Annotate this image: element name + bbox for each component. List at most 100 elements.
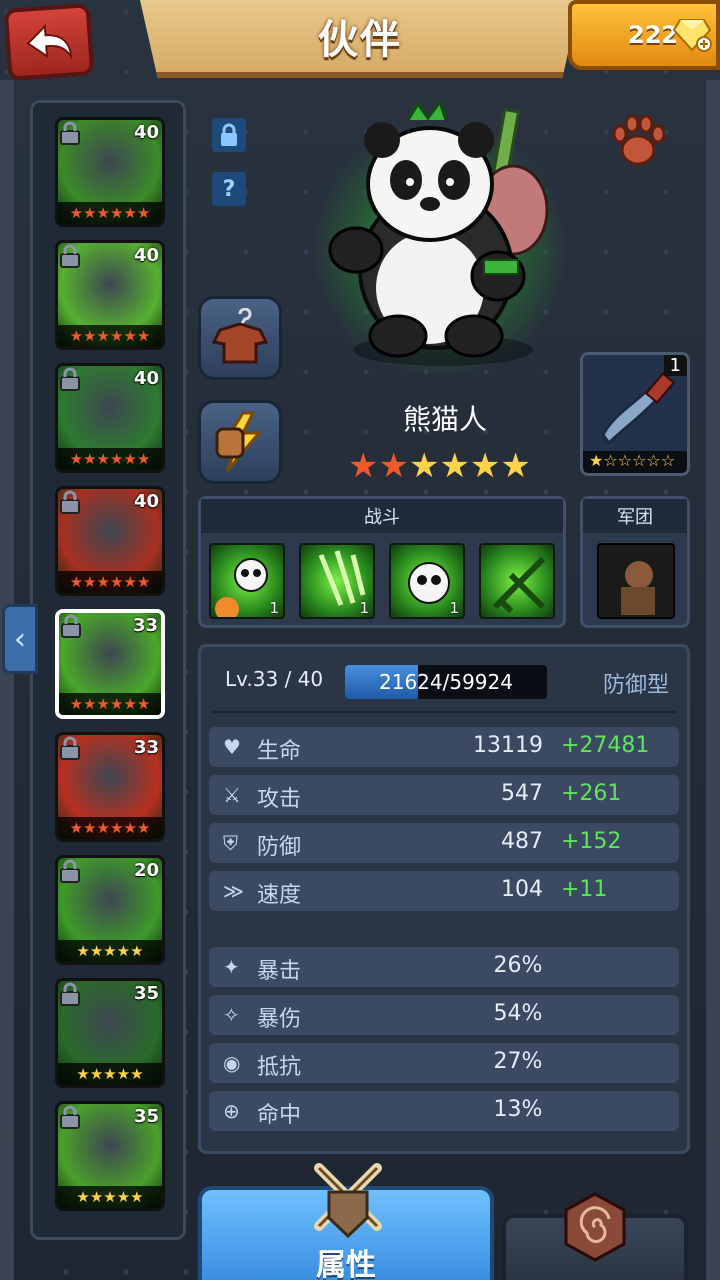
hero-card[interactable]: 40 ★★★★★★ <box>55 117 165 227</box>
lock-icon <box>221 123 237 146</box>
stat-row: ⊕ 命中 13% <box>209 1091 679 1131</box>
stat-row: ♥ 生命 13119 +27481 <box>209 727 679 767</box>
stats-panel: Lv.33 / 40 21624/59924 防御型 ♥ 生命 13119 +2748… <box>198 644 690 1154</box>
stat-bonus: +261 <box>561 781 622 806</box>
hero-red-stars: ★★ <box>348 446 409 486</box>
hero-stars: ★★★★★★ <box>58 325 162 347</box>
skill-slot-1[interactable]: 1 <box>209 543 285 619</box>
roster-scroll-left-arrow[interactable]: ‹ <box>2 604 38 674</box>
xp-text: 21624/59924 <box>379 670 513 694</box>
hanger-shirt-icon <box>211 308 269 364</box>
hero-roster[interactable]: 40 ★★★★★★ 40 ★★★★★★ 40 ★★★★★★ 40 ★★★★★★ 33 ★★★★★★… <box>30 100 186 1240</box>
lock-toggle-button[interactable] <box>212 118 246 152</box>
title-banner: 伙伴 <box>140 0 580 78</box>
speed-icon: ≫ <box>223 879 244 903</box>
legion-panel: 军团 <box>580 496 690 628</box>
hero-star-text: ★★★★★★ <box>69 327 151 345</box>
question-mark-icon: ? <box>222 176 236 202</box>
warrior-legion-icon <box>621 561 655 615</box>
hero-gold-stars: ★★★★ <box>408 446 531 486</box>
resist-icon: ◉ <box>223 1051 241 1075</box>
stat-label: 暴伤 <box>257 1007 302 1032</box>
hero-stars: ★★★★★★ <box>58 817 162 839</box>
hero-card[interactable]: 33 ★★★★★★ <box>55 609 165 719</box>
stat-value: 27% <box>493 1049 543 1074</box>
hero-card[interactable]: 35 ★★★★★ <box>55 978 165 1088</box>
stat-row: ⛨ 防御 487 +152 <box>209 823 679 863</box>
back-arrow-icon <box>26 23 73 61</box>
hero-level: 40 <box>133 245 159 266</box>
back-button[interactable] <box>3 3 95 81</box>
hero-card[interactable]: 33 ★★★★★★ <box>55 732 165 842</box>
fist-lightning-icon <box>215 411 263 472</box>
stat-bonus: +27481 <box>561 733 650 758</box>
hero-level: 35 <box>133 1106 159 1127</box>
hero-stars: ★★★★★★ <box>58 571 162 593</box>
stat-label: 生命 <box>257 739 302 764</box>
lock-icon <box>60 244 80 268</box>
hero-card[interactable]: 40 ★★★★★★ <box>55 240 165 350</box>
skill-2-count: 1 <box>359 599 369 617</box>
stat-value: 13119 <box>473 733 543 758</box>
lock-icon <box>61 614 81 638</box>
gem-counter[interactable]: 222 <box>568 0 720 70</box>
skill-slot-2[interactable]: 1 <box>299 543 375 619</box>
hero-card[interactable]: 35 ★★★★★ <box>55 1101 165 1211</box>
sword-icon: ⚔ <box>223 783 241 807</box>
lock-icon <box>60 736 80 760</box>
stat-label: 暴击 <box>257 959 302 984</box>
hero-stars: ★★★★★★ <box>58 202 162 224</box>
help-button[interactable]: ? <box>212 172 246 206</box>
lock-icon <box>60 490 80 514</box>
skill-slot-3[interactable]: 1 <box>389 543 465 619</box>
shield-icon: ⛨ <box>223 831 238 855</box>
hero-stars: ★★★★★★ <box>59 693 161 715</box>
costume-button[interactable] <box>198 296 282 380</box>
hero-level: 33 <box>133 737 159 758</box>
equipment-star-text: ★☆☆☆☆☆ <box>589 451 676 470</box>
hero-card[interactable]: 40 ★★★★★★ <box>55 363 165 473</box>
hero-card[interactable]: 20 ★★★★★ <box>55 855 165 965</box>
hero-star-text: ★★★★★★ <box>69 573 151 591</box>
stat-row: ≫ 速度 104 +11 <box>209 871 679 911</box>
stat-label: 防御 <box>257 835 302 860</box>
battle-panel-title: 战斗 <box>201 499 563 533</box>
equipment-count: 1 <box>663 355 687 376</box>
stat-label: 攻击 <box>257 787 302 812</box>
crit-icon: ✦ <box>223 955 240 979</box>
hero-star-text: ★★★★★ <box>76 1188 144 1206</box>
paw-icon[interactable] <box>606 108 670 172</box>
level-text: Lv.33 / 40 <box>225 667 324 691</box>
hero-card[interactable]: 40 ★★★★★★ <box>55 486 165 596</box>
lock-icon <box>60 982 80 1006</box>
stat-bonus: +11 <box>561 877 608 902</box>
lock-icon <box>60 367 80 391</box>
lock-icon <box>60 1105 80 1129</box>
hero-star-text: ★★★★★★ <box>69 819 151 837</box>
stat-value: 487 <box>501 829 543 854</box>
skill-slot-4[interactable] <box>479 543 555 619</box>
hero-star-text: ★★★★★ <box>76 1065 144 1083</box>
legion-skill-slot[interactable] <box>597 543 675 619</box>
diamond-icon <box>672 19 712 52</box>
equipment-slot[interactable]: 1 ★☆☆☆☆☆ <box>580 352 690 476</box>
accuracy-icon: ⊕ <box>223 1099 240 1123</box>
power-fist-button[interactable] <box>198 400 282 484</box>
stat-bonus: +152 <box>561 829 622 854</box>
hero-star-rating: ★★ ★★★★ <box>348 446 531 486</box>
tab-attributes-label: 属性 <box>316 1248 376 1280</box>
stat-row: ◉ 抵抗 27% <box>209 1043 679 1083</box>
skill-1-count: 1 <box>269 599 279 617</box>
spiral-rune-icon <box>564 1192 626 1262</box>
hero-level: 20 <box>133 860 159 881</box>
tab-attributes[interactable]: 属性 <box>198 1163 494 1280</box>
lock-icon <box>60 859 80 883</box>
stat-label: 抵抗 <box>257 1055 302 1080</box>
stat-value: 13% <box>493 1097 543 1122</box>
skill-3-count: 1 <box>449 599 459 617</box>
hero-level: 40 <box>133 368 159 389</box>
stat-value: 547 <box>501 781 543 806</box>
tab-talent[interactable] <box>502 1192 688 1280</box>
hero-star-text: ★★★★★ <box>76 942 144 960</box>
hero-level: 40 <box>133 491 159 512</box>
